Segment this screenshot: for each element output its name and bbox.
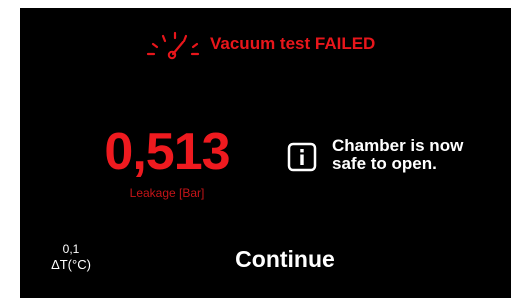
- leakage-label: Leakage [Bar]: [129, 186, 205, 200]
- info-icon: [287, 142, 317, 172]
- delta-t-label: ΔT(°C): [51, 257, 91, 272]
- status-header: Vacuum test FAILED: [20, 30, 511, 60]
- continue-button[interactable]: Continue: [200, 237, 370, 281]
- leakage-value: 0,513: [104, 123, 230, 181]
- safety-message-line-1: Chamber is now: [332, 136, 464, 155]
- safety-message: Chamber is now safe to open.: [332, 137, 463, 173]
- device-screen: Vacuum test FAILED 0,513 Leakage [Bar] C…: [20, 8, 511, 298]
- safety-message-line-2: safe to open.: [332, 154, 437, 173]
- test-status-title: Vacuum test FAILED: [210, 34, 376, 53]
- vacuum-gauge-icon: [146, 31, 200, 60]
- delta-t-value: 0,1: [62, 242, 80, 256]
